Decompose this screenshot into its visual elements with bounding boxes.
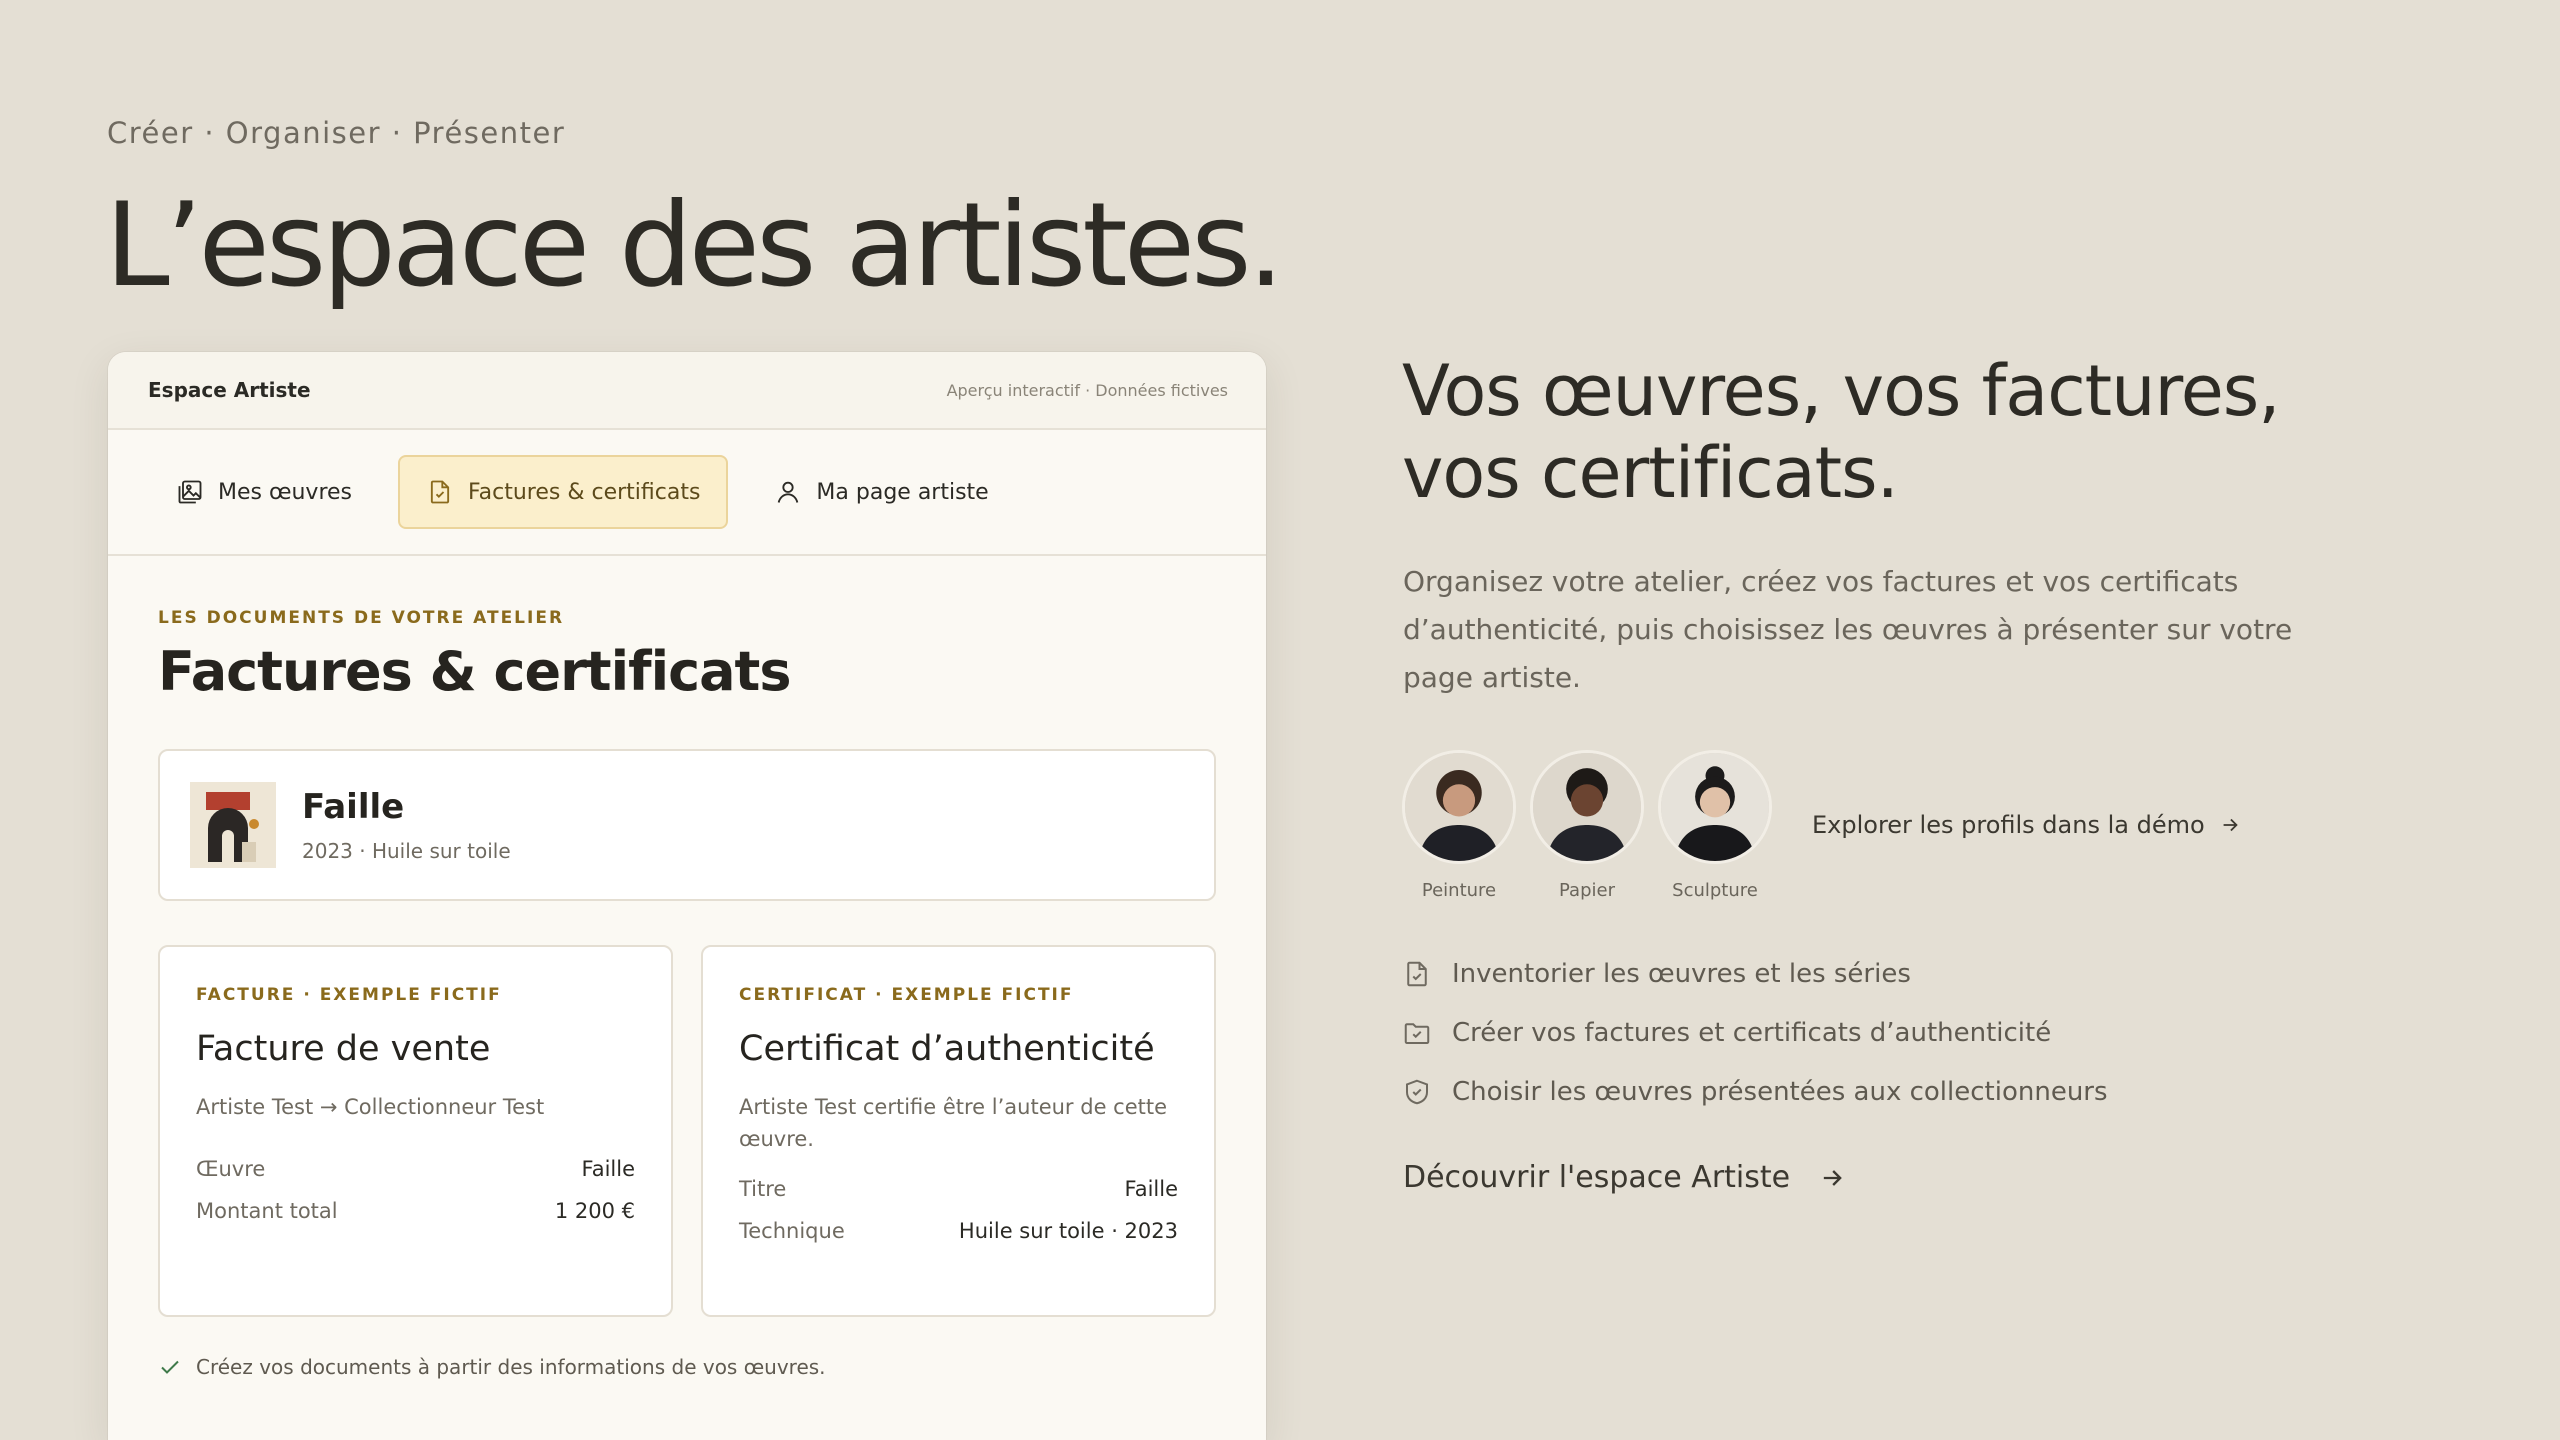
user-icon (778, 481, 799, 503)
documents-section: LES DOCUMENTS DE VOTRE ATELIER Factures … (108, 608, 1266, 1379)
documents-grid: FACTURE · EXEMPLE FICTIF Facture de vent… (158, 945, 1216, 1317)
profile-label: Peinture (1421, 880, 1497, 901)
invoice-row-label: Montant total (196, 1199, 338, 1223)
tab-bar: Mes œuvres Factures & certificats Ma pag… (108, 430, 1266, 556)
arrow-right-icon (1823, 1169, 1842, 1186)
features-list: Inventorier les œuvres et les séries Cré… (1402, 944, 2108, 1121)
right-title: Vos œuvres, vos factures, vos certificat… (1402, 350, 2281, 514)
card-note: Aperçu interactif · Données fictives (946, 380, 1228, 400)
invoice-title: Facture de vente (196, 1029, 491, 1069)
feature-label: Créer vos factures et certificats d’auth… (1452, 1017, 2052, 1048)
document-icon (1407, 961, 1427, 986)
section-title: Factures & certificats (158, 640, 792, 703)
feature-label: Choisir les œuvres présentées aux collec… (1452, 1076, 2108, 1107)
certificate-row: Technique Huile sur toile · 2023 (739, 1219, 1178, 1243)
certificate-row-value: Faille (1124, 1177, 1178, 1201)
profile-sculpture[interactable]: Sculpture (1658, 750, 1772, 901)
card-brand: Espace Artiste (148, 378, 311, 402)
tab-label: Factures & certificats (468, 479, 701, 505)
invoice-card[interactable]: FACTURE · EXEMPLE FICTIF Facture de vent… (158, 945, 673, 1317)
certificate-row-label: Technique (739, 1219, 845, 1243)
profile-papier[interactable]: Papier (1530, 750, 1644, 901)
certificate-card[interactable]: CERTIFICAT · EXEMPLE FICTIF Certificat d… (701, 945, 1216, 1317)
hero-title: L’espace des artistes. (105, 178, 1284, 313)
invoice-row: Montant total 1 200 € (196, 1199, 635, 1223)
discover-cta-link[interactable]: Découvrir l'espace Artiste (1403, 1160, 1846, 1195)
invoice-row-value: Faille (581, 1157, 635, 1181)
profiles-row: Peinture Papier Sculpture (1402, 750, 1772, 901)
avatar (1658, 750, 1772, 864)
certificate-title: Certificat d’authenticité (739, 1029, 1155, 1069)
tab-ma-page-artiste[interactable]: Ma page artiste (746, 455, 1016, 529)
avatar (1402, 750, 1516, 864)
shield-check-icon (1406, 1079, 1428, 1104)
certificate-row-label: Titre (739, 1177, 787, 1201)
profile-label: Sculpture (1672, 880, 1758, 901)
artwork-thumbnail (190, 782, 276, 868)
tab-factures-certificats[interactable]: Factures & certificats (398, 455, 729, 529)
document-icon (430, 480, 450, 504)
footer-note: Créez vos documents à partir des informa… (158, 1355, 1216, 1379)
artworks-icon (178, 480, 202, 504)
invoice-row-label: Œuvre (196, 1157, 266, 1181)
feature-item: Créer vos factures et certificats d’auth… (1402, 1003, 2108, 1062)
certificate-eyebrow: CERTIFICAT · EXEMPLE FICTIF (739, 985, 1074, 1005)
artwork-name: Faille (302, 787, 405, 827)
invoice-desc: Artiste Test → Collectionneur Test (196, 1095, 545, 1119)
invoice-eyebrow: FACTURE · EXEMPLE FICTIF (196, 985, 502, 1005)
footer-note-text: Créez vos documents à partir des informa… (196, 1355, 826, 1379)
artwork-card[interactable]: Faille 2023 · Huile sur toile (158, 749, 1216, 901)
profile-label: Papier (1559, 880, 1615, 901)
explore-link-label: Explorer les profils dans la démo (1812, 811, 2205, 839)
tab-label: Mes œuvres (218, 479, 352, 505)
check-icon (161, 1360, 179, 1374)
arrow-right-icon (2223, 818, 2238, 832)
avatar (1530, 750, 1644, 864)
tab-label: Ma page artiste (816, 479, 989, 505)
right-description: Organisez votre atelier, créez vos factu… (1403, 565, 2293, 694)
section-eyebrow: LES DOCUMENTS DE VOTRE ATELIER (158, 608, 565, 628)
folder-icon (1404, 1022, 1430, 1044)
invoice-row-value: 1 200 € (554, 1199, 635, 1223)
feature-item: Inventorier les œuvres et les séries (1402, 944, 2108, 1003)
card-topbar: Espace Artiste Aperçu interactif · Donné… (108, 352, 1266, 430)
certificate-row: Titre Faille (739, 1177, 1178, 1201)
cta-label: Découvrir l'espace Artiste (1403, 1160, 1791, 1195)
tab-mes-oeuvres[interactable]: Mes œuvres (148, 455, 380, 529)
artwork-meta: 2023 · Huile sur toile (302, 839, 511, 863)
certificate-desc: Artiste Test certifie être l’auteur de c… (739, 1095, 1168, 1151)
certificate-row-value: Huile sur toile · 2023 (958, 1219, 1178, 1243)
explore-profiles-link[interactable]: Explorer les profils dans la démo (1812, 811, 2241, 839)
invoice-row: Œuvre Faille (196, 1157, 635, 1181)
demo-card: Espace Artiste Aperçu interactif · Donné… (108, 352, 1266, 1440)
feature-item: Choisir les œuvres présentées aux collec… (1402, 1062, 2108, 1121)
profile-peinture[interactable]: Peinture (1402, 750, 1516, 901)
feature-label: Inventorier les œuvres et les séries (1452, 958, 1911, 989)
hero-eyebrow: Créer · Organiser · Présenter (107, 116, 566, 150)
